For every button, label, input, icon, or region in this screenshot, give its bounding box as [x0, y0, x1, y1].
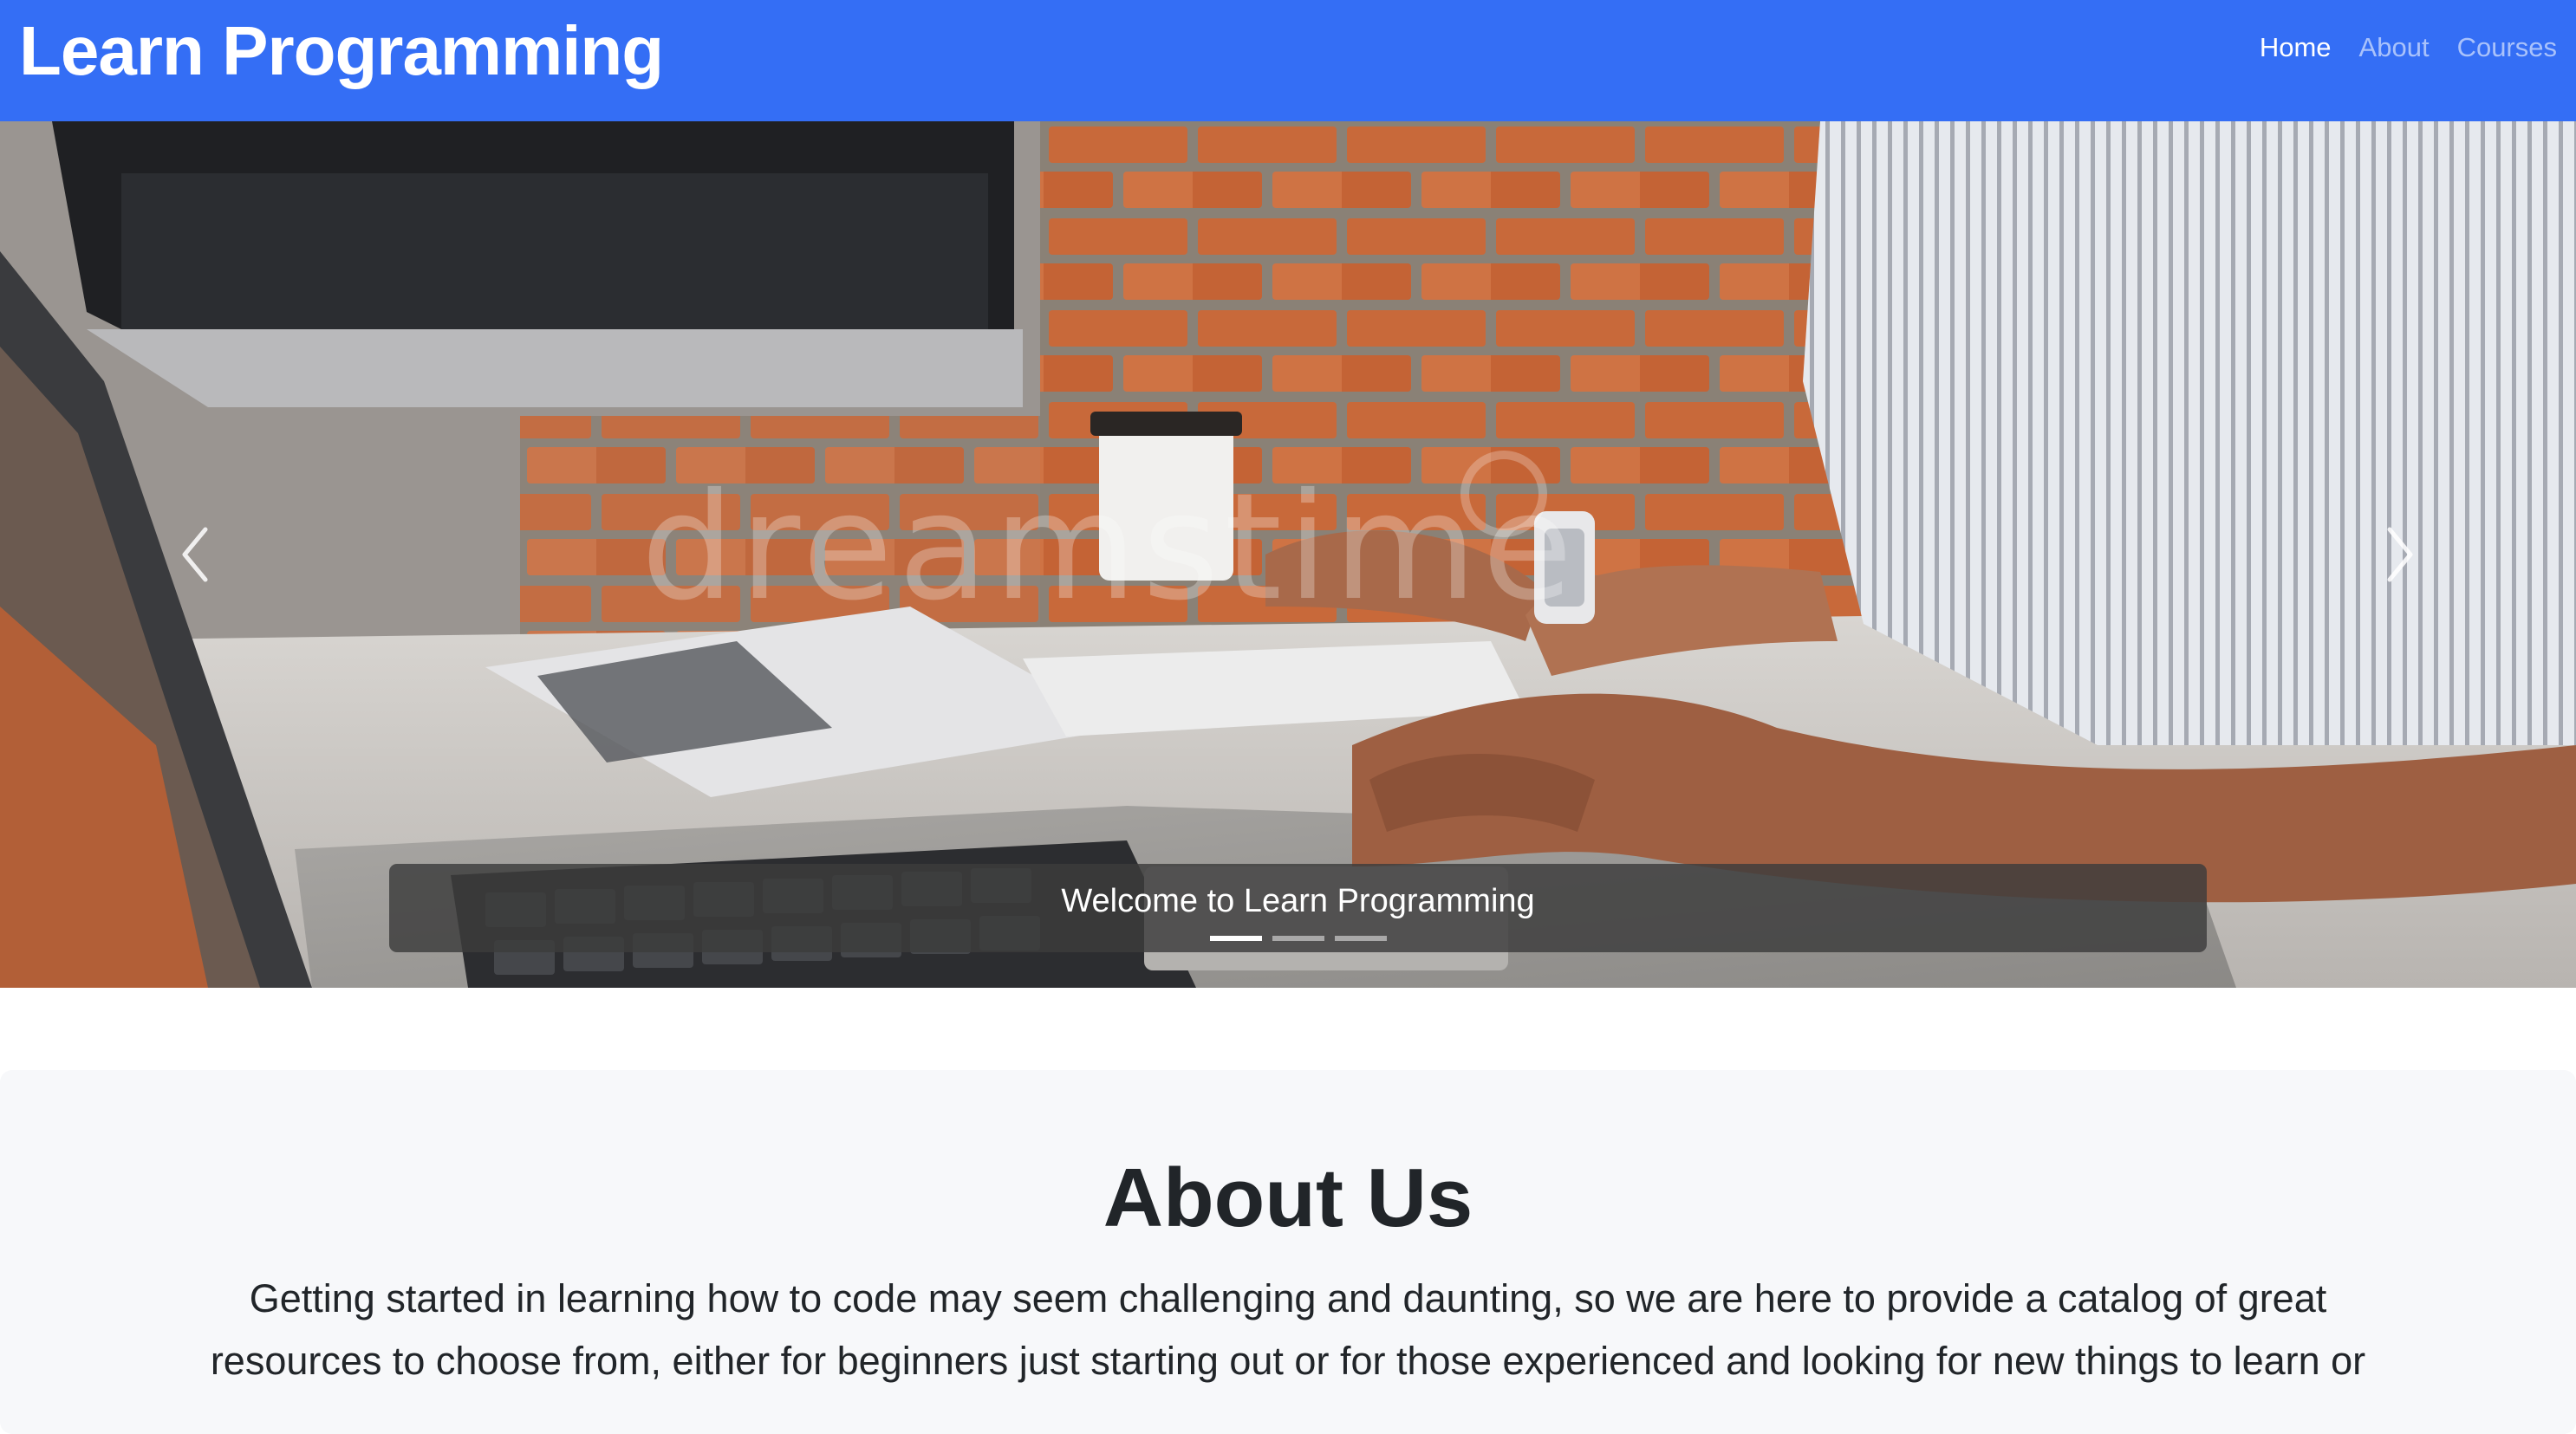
- chevron-left-icon: [182, 527, 208, 582]
- svg-text:dreamstime: dreamstime: [641, 462, 1577, 633]
- carousel-next-button[interactable]: [2361, 511, 2439, 598]
- carousel-indicator-3[interactable]: [1334, 936, 1387, 941]
- carousel-slide-image: dreamstime: [0, 121, 2576, 988]
- hero-carousel: dreamstime Welcome to Learn Programming: [0, 121, 2576, 988]
- nav-link-courses[interactable]: Courses: [2457, 32, 2557, 63]
- carousel-indicators: [389, 936, 2207, 941]
- nav-link-home[interactable]: Home: [2260, 32, 2332, 63]
- about-title: About Us: [1103, 1152, 1473, 1244]
- navbar: Learn Programming Home About Courses: [0, 0, 2576, 121]
- carousel-indicator-2[interactable]: [1272, 936, 1324, 941]
- about-description: Getting started in learning how to code …: [210, 1276, 2366, 1383]
- chevron-right-icon: [2387, 527, 2413, 582]
- carousel-caption: Welcome to Learn Programming: [389, 864, 2207, 952]
- carousel-caption-text: Welcome to Learn Programming: [1061, 883, 1535, 919]
- nav-links: Home About Courses: [2260, 32, 2557, 63]
- carousel-prev-button[interactable]: [156, 511, 234, 598]
- carousel-indicator-1[interactable]: [1209, 936, 1262, 941]
- nav-link-about[interactable]: About: [2359, 32, 2430, 63]
- about-section: About Us Getting started in learning how…: [0, 1070, 2576, 1434]
- brand-link[interactable]: Learn Programming: [19, 16, 664, 86]
